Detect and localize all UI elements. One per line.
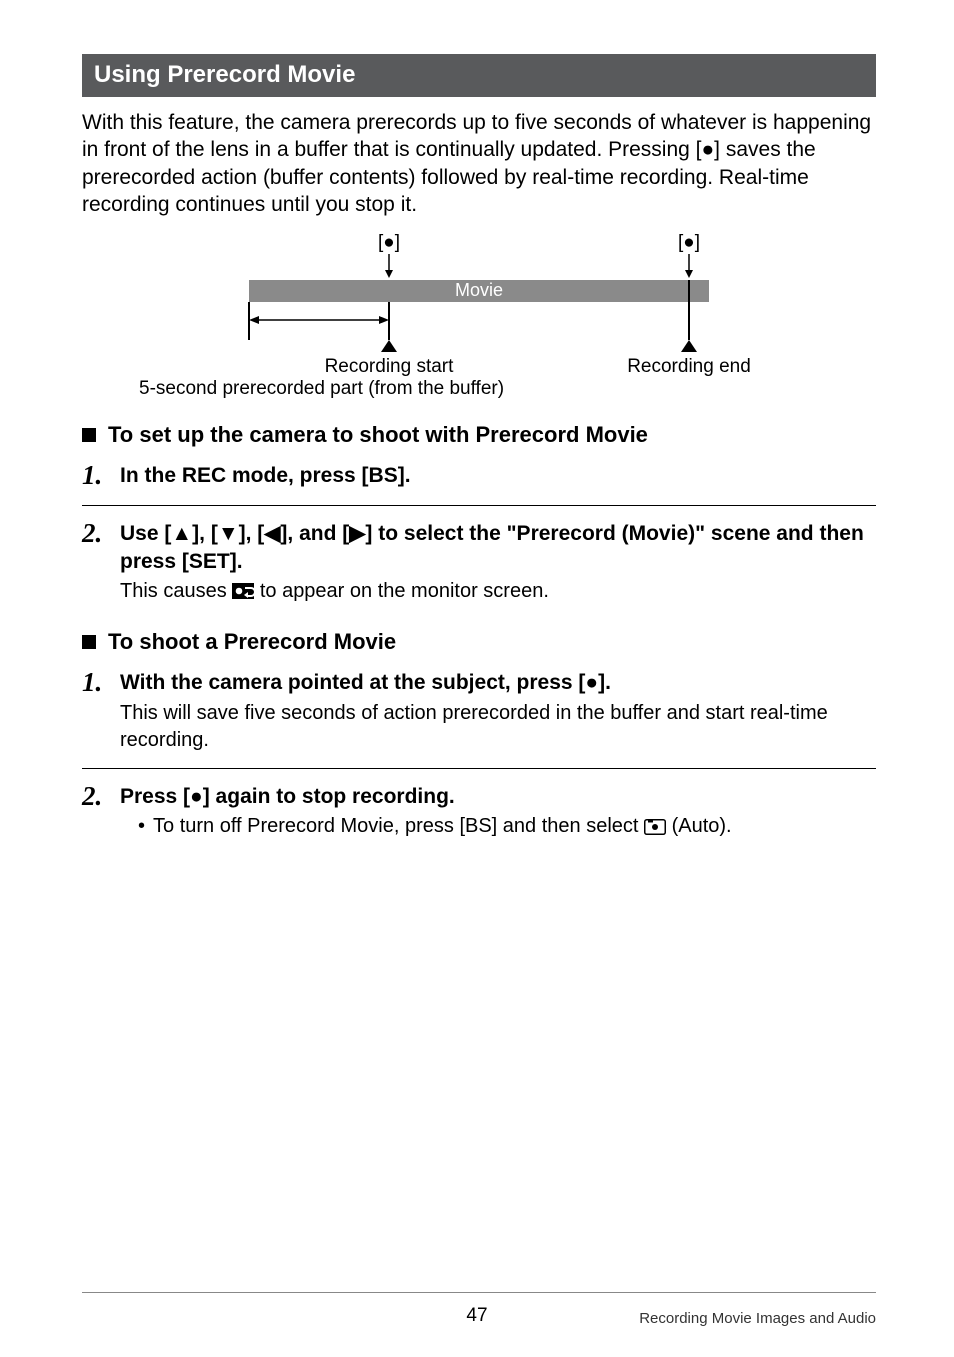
subheading-shoot: To shoot a Prerecord Movie <box>82 629 876 655</box>
step-number: 1. <box>82 462 110 489</box>
bullet-dot-icon: • <box>138 815 145 838</box>
prerecord-icon <box>232 583 254 599</box>
step1a-text: In the REC mode, press [BS]. <box>120 464 411 487</box>
step-number: 2. <box>82 520 110 547</box>
step1b-note: This will save five seconds of action pr… <box>120 700 876 754</box>
buffer-caption: 5-second prerecorded part (from the buff… <box>139 378 504 398</box>
down-triangle-icon: ▼ <box>218 522 239 545</box>
square-bullet-icon <box>82 635 96 649</box>
rec-btn-left-label: [●] <box>378 232 400 253</box>
step2b-text: Press [●] again to stop recording. <box>120 785 455 808</box>
step-number: 1. <box>82 669 110 696</box>
rec-btn-right-label: [●] <box>678 232 700 253</box>
intro-text: With this feature, the camera prerecords… <box>82 109 876 218</box>
step2a-text: Use [▲], [▼], [◀], and [▶] to select the… <box>120 522 864 573</box>
step-number: 2. <box>82 783 110 810</box>
step1b-text: With the camera pointed at the subject, … <box>120 671 611 694</box>
subheading-setup: To set up the camera to shoot with Prere… <box>82 422 876 448</box>
page-number: 47 <box>0 1305 954 1327</box>
record-dot-icon: ● <box>190 785 203 808</box>
right-triangle-icon: ▶ <box>349 522 365 545</box>
record-dot-icon: ● <box>585 671 598 694</box>
section-header: Using Prerecord Movie <box>82 54 876 97</box>
subheading-setup-text: To set up the camera to shoot with Prere… <box>108 422 648 448</box>
subheading-shoot-text: To shoot a Prerecord Movie <box>108 629 396 655</box>
divider <box>82 505 876 506</box>
movie-bar-label: Movie <box>455 280 503 300</box>
divider <box>82 768 876 769</box>
step2b-bullet: • To turn off Prerecord Movie, press [BS… <box>138 815 876 838</box>
left-triangle-icon: ◀ <box>264 522 280 545</box>
page-footer: 47 Recording Movie Images and Audio <box>0 1292 954 1327</box>
square-bullet-icon <box>82 428 96 442</box>
recording-start-label: Recording start <box>325 356 455 377</box>
auto-mode-icon <box>644 819 666 835</box>
step2a-note: This causes to appear on the monitor scr… <box>120 578 876 605</box>
up-triangle-icon: ▲ <box>171 522 192 545</box>
prerecord-diagram: [●] [●] Movie Recording start Recording … <box>129 228 829 398</box>
recording-end-label: Recording end <box>627 356 751 377</box>
